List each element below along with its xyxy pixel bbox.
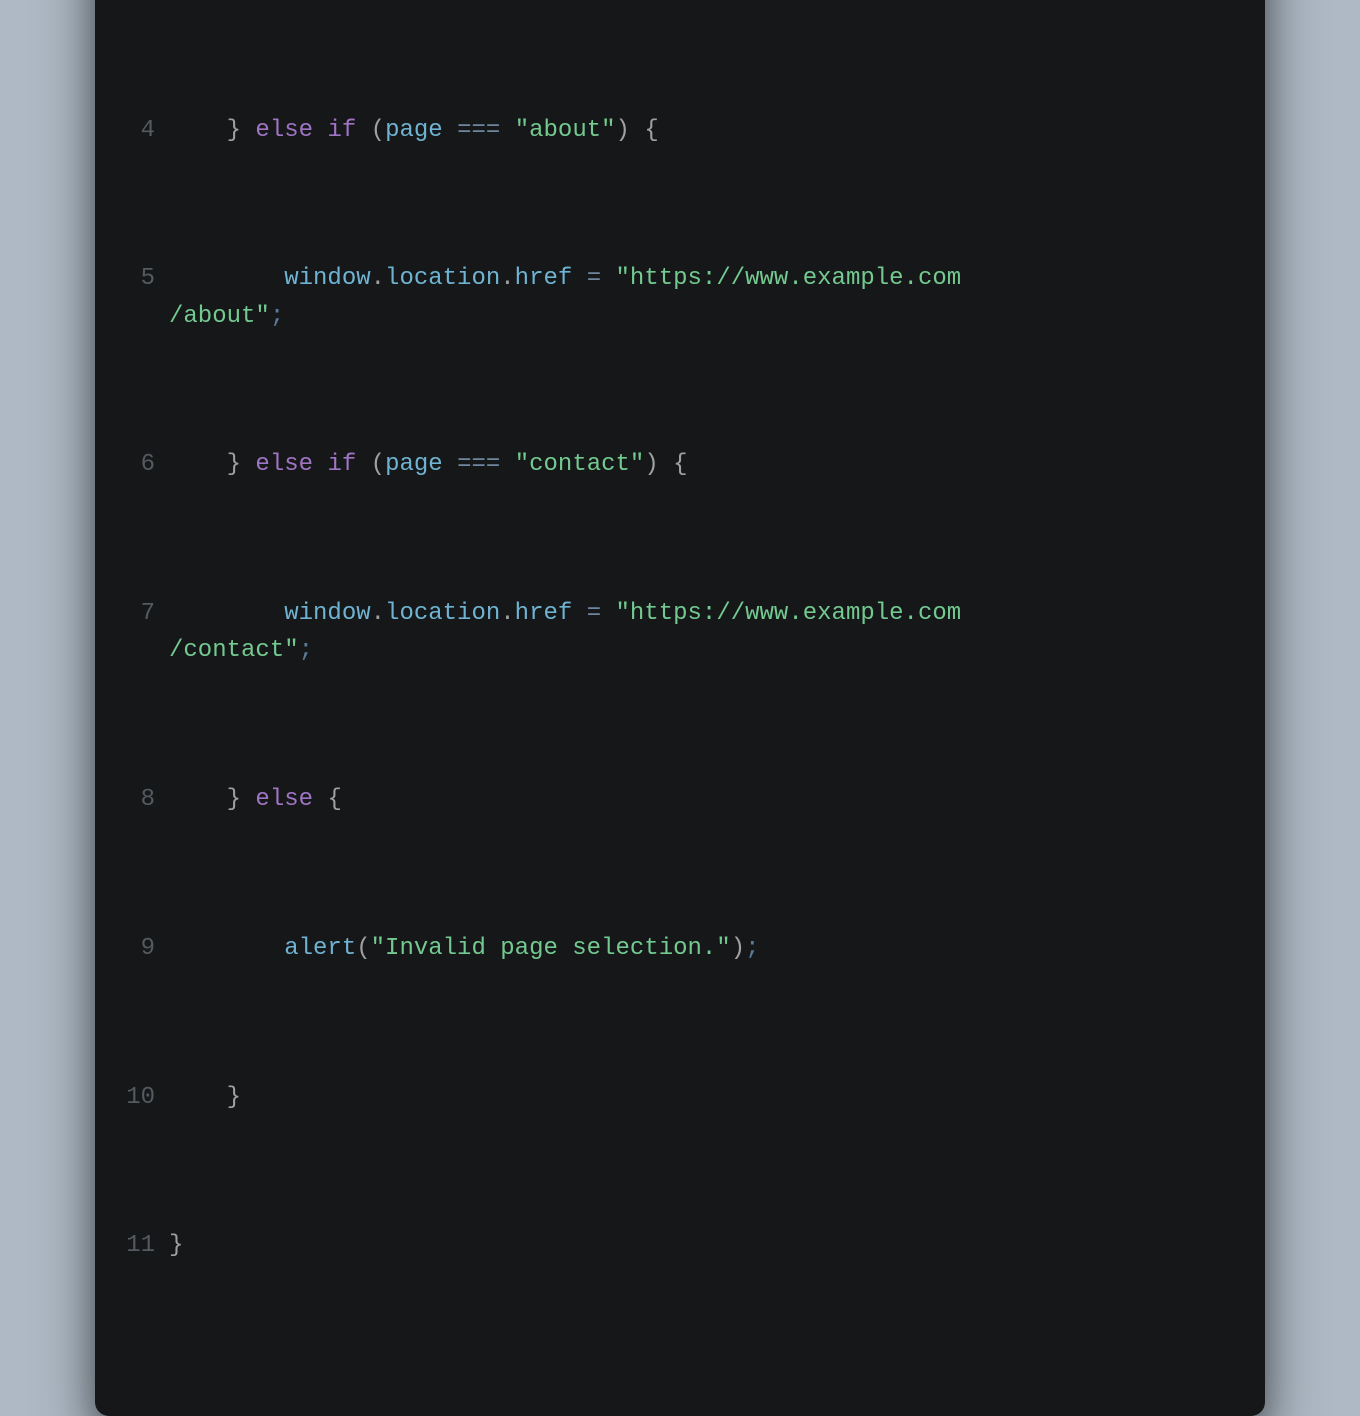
code-block: 1 function redirectToPage(page) { 2 if (… — [125, 0, 1235, 1376]
code-line: 11 } — [125, 1227, 1235, 1264]
code-content: } — [169, 1227, 1235, 1264]
line-number: 11 — [125, 1227, 169, 1264]
code-content: } else { — [169, 781, 1235, 818]
code-content: alert("Invalid page selection."); — [169, 930, 1235, 967]
code-line: 10 } — [125, 1079, 1235, 1116]
code-line: 8 } else { — [125, 781, 1235, 818]
code-content: } else if (page === "contact") { — [169, 446, 1235, 483]
code-content: } else if (page === "about") { — [169, 112, 1235, 149]
code-line: 6 } else if (page === "contact") { — [125, 446, 1235, 483]
line-number: 6 — [125, 446, 169, 483]
code-content: } — [169, 1079, 1235, 1116]
line-number: 7 — [125, 595, 169, 632]
code-window: Redirecting to Another Webpage 1 functio… — [95, 0, 1265, 1416]
code-line: 4 } else if (page === "about") { — [125, 112, 1235, 149]
line-number: 9 — [125, 930, 169, 967]
line-number: 8 — [125, 781, 169, 818]
code-line: 5 window.location.href = "https://www.ex… — [125, 260, 1235, 334]
line-number: 5 — [125, 260, 169, 297]
code-content: window.location.href = "https://www.exam… — [169, 595, 1235, 669]
code-line: 9 alert("Invalid page selection."); — [125, 930, 1235, 967]
code-line: 7 window.location.href = "https://www.ex… — [125, 595, 1235, 669]
line-number: 10 — [125, 1079, 169, 1116]
code-content: window.location.href = "https://www.exam… — [169, 260, 1235, 334]
line-number: 4 — [125, 112, 169, 149]
